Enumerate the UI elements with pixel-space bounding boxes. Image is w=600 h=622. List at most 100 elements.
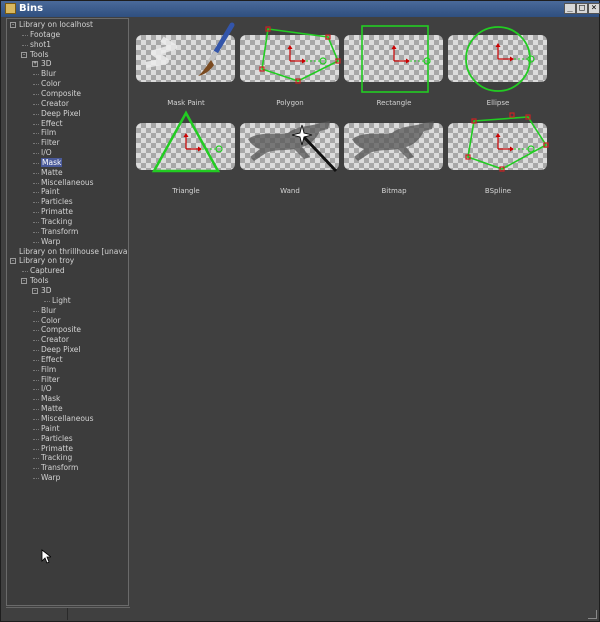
tree-item[interactable]: Transform	[41, 227, 78, 237]
tree-item[interactable]: Blur	[41, 69, 56, 79]
tree-item[interactable]: Light	[52, 296, 71, 306]
tree-item[interactable]: Miscellaneous	[41, 414, 94, 424]
tree-item[interactable]: Tools	[30, 276, 48, 286]
polygon-icon	[259, 26, 341, 84]
tree-item[interactable]: Film	[41, 365, 56, 375]
tree-item-label: Library on localhost	[19, 20, 94, 29]
tree-item[interactable]: Matte	[41, 404, 63, 414]
tree-item[interactable]: Mask	[41, 157, 63, 168]
tree-item[interactable]: 3D	[41, 286, 52, 296]
minimize-button[interactable]: _	[564, 3, 576, 14]
wand-icon	[248, 121, 338, 173]
tree-item-label: Tools	[30, 49, 49, 59]
tool-tile[interactable]: BSpline	[448, 109, 549, 195]
tree-item[interactable]: 3D	[41, 59, 52, 69]
tree-item-label: Filter	[41, 374, 60, 384]
collapse-toggle-icon[interactable]: -	[21, 278, 27, 285]
tree-item[interactable]: Creator	[41, 335, 69, 345]
tool-tile[interactable]: Rectangle	[344, 21, 444, 107]
tree-item[interactable]: shot1	[30, 40, 51, 50]
tree-item[interactable]: Filter	[41, 375, 60, 385]
tree-connector	[33, 182, 39, 184]
tree-item[interactable]: Tools	[30, 50, 48, 60]
tree-item[interactable]: Deep Pixel	[41, 109, 81, 119]
tree-item[interactable]: Color	[41, 79, 61, 89]
tree-item[interactable]: Footage	[30, 30, 60, 40]
close-button[interactable]: ×	[588, 3, 600, 14]
tree-item[interactable]: Tracking	[41, 453, 72, 463]
tool-tile[interactable]: Mask Paint	[136, 21, 236, 107]
collapse-toggle-icon[interactable]: -	[21, 51, 27, 58]
tree-item[interactable]: Library on thrillhouse [unavailable]	[19, 247, 128, 257]
tree-item[interactable]: Library on troy	[19, 256, 74, 266]
tree-item[interactable]: Blur	[41, 306, 56, 316]
tree-connector	[22, 44, 28, 46]
title-bar[interactable]: Bins _ □ ×	[1, 1, 600, 17]
tree-item-label: Film	[41, 364, 57, 374]
tree-item[interactable]: Color	[41, 316, 61, 326]
tree-item-label: Warp	[41, 473, 61, 483]
tree-item[interactable]: Mask	[41, 394, 60, 404]
collapse-toggle-icon[interactable]: -	[10, 22, 16, 28]
tree-item-label: Matte	[41, 167, 63, 177]
tree-item[interactable]: Tracking	[41, 217, 72, 227]
tree-item[interactable]: Filter	[41, 138, 60, 148]
tool-label: BSpline	[484, 187, 512, 195]
tree-item[interactable]: Paint	[41, 424, 60, 434]
tree-connector	[33, 478, 39, 480]
tool-label: Mask Paint	[167, 99, 205, 107]
tool-tile[interactable]: Wand	[240, 109, 340, 195]
maximize-button[interactable]: □	[576, 3, 588, 14]
tree-item[interactable]: Warp	[41, 237, 60, 247]
tree-connector	[33, 84, 39, 86]
tool-tile[interactable]: Polygon	[240, 21, 341, 107]
expand-toggle-icon[interactable]: +	[32, 61, 38, 68]
tool-grid: Mask Paint Polygon Rectangle Ellipse Tri…	[136, 21, 596, 201]
tree-item-label: Color	[41, 315, 61, 325]
tool-label: Wand	[280, 187, 300, 195]
tree-item[interactable]: Primatte	[41, 444, 73, 454]
collapse-toggle-icon[interactable]: -	[32, 287, 38, 294]
tree-item[interactable]: Miscellaneous	[41, 178, 94, 188]
tree-item[interactable]: Effect	[41, 355, 63, 365]
tree-item[interactable]: Primatte	[41, 207, 73, 217]
tree-connector	[33, 399, 39, 401]
tree-item-label: I/O	[41, 148, 52, 158]
tree-item[interactable]: I/O	[41, 148, 52, 158]
tree-item[interactable]: Effect	[41, 119, 63, 129]
tool-tile[interactable]: Triangle	[136, 109, 236, 195]
tree-connector	[33, 468, 39, 470]
tool-tile[interactable]: Bitmap	[344, 109, 444, 195]
tree-item[interactable]: Particles	[41, 197, 73, 207]
tree-item[interactable]: Captured	[30, 266, 65, 276]
tree-item-label: Warp	[41, 236, 61, 246]
tree-item[interactable]: Transform	[41, 463, 78, 473]
tree-item[interactable]: Composite	[41, 89, 81, 99]
tool-label: Bitmap	[381, 187, 407, 195]
tree-item[interactable]: Composite	[41, 325, 81, 335]
tool-label: Polygon	[276, 99, 304, 107]
status-segment	[6, 608, 68, 620]
tree-item[interactable]: Matte	[41, 168, 63, 178]
tree-item[interactable]: Deep Pixel	[41, 345, 81, 355]
tree-item[interactable]: Warp	[41, 473, 60, 483]
tree-item-label: Tracking	[41, 217, 73, 226]
tree-item[interactable]: Paint	[41, 187, 60, 197]
tree-connector	[33, 192, 39, 194]
library-tree[interactable]: Library on localhost - Footage shot1 Tools -3…	[6, 18, 129, 606]
tool-tile[interactable]: Ellipse	[448, 21, 548, 107]
tree-connector	[33, 448, 39, 450]
tree-item-label: I/O	[41, 384, 52, 394]
tree-item-label: 3D	[41, 285, 52, 295]
tree-item[interactable]: Creator	[41, 99, 69, 109]
tree-connector	[33, 310, 39, 312]
collapse-toggle-icon[interactable]: -	[10, 258, 16, 265]
tree-connector	[33, 389, 39, 391]
tree-item[interactable]: Film	[41, 128, 56, 138]
tree-item[interactable]: Particles	[41, 434, 73, 444]
resize-grip[interactable]	[588, 610, 597, 619]
tree-connector	[33, 74, 39, 76]
tree-item[interactable]: I/O	[41, 384, 52, 394]
tree-item[interactable]: Library on localhost	[19, 20, 93, 30]
tree-connector	[33, 231, 39, 233]
